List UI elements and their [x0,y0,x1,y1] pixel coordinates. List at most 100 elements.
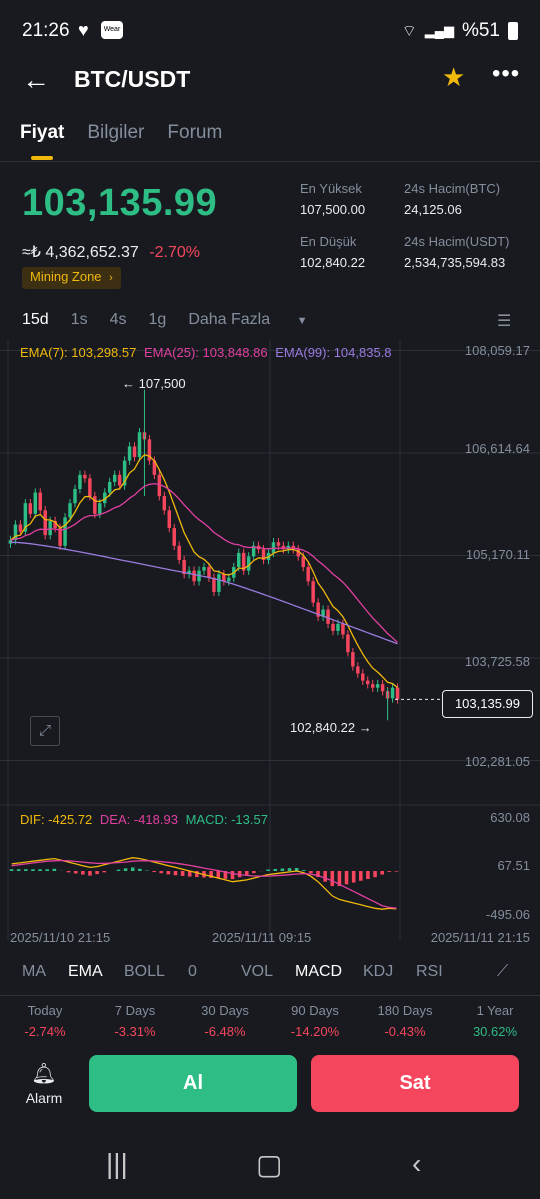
interval-15d[interactable]: 15d [22,311,49,329]
perf-label: Today [27,1003,63,1018]
perf-30d: 30 Days -6.48% [180,1003,270,1039]
high-marker-value: 107,500 [138,376,186,391]
interval-4s[interactable]: 4s [110,311,127,329]
candle-body [18,524,23,532]
dea-line [11,859,397,909]
perf-label: 180 Days [377,1003,433,1018]
candle-body [351,652,355,667]
candle-body [167,510,172,529]
buy-button[interactable]: Al [89,1055,297,1112]
more-label: Daha Fazla [188,311,271,328]
battery-level: %51 [461,20,500,41]
favorite-star-icon[interactable]: ★ [442,62,465,93]
price-chart-svg[interactable] [0,340,540,950]
ind-vol[interactable]: VOL [241,963,273,981]
ind-ema[interactable]: EMA [68,963,103,981]
ind-zero[interactable]: 0 [188,963,197,981]
candle-body [192,570,196,582]
fullscreen-icon[interactable]: ⤢ [30,716,60,746]
candle-body [63,517,67,546]
chart-settings-icon[interactable]: ☰ [497,311,511,331]
candle-body [346,634,350,653]
ind-macd[interactable]: MACD [295,963,342,981]
candle-body [43,510,47,536]
perf-label: 1 Year [476,1003,514,1018]
indicator-settings-icon[interactable]: ⟋ [497,963,508,981]
y-tick-4: 103,725.58 [464,654,530,669]
candle-body [78,474,82,490]
macd-tick-1: 630.08 [490,810,530,825]
perf-label: 90 Days [291,1003,339,1018]
candle-body [33,492,38,514]
macd-tick-2: 67.51 [497,858,530,873]
perf-value: -0.43% [384,1024,426,1039]
candle-body [83,474,87,479]
indicator-bar: MA EMA BOLL 0 VOL MACD KDJ RSI ⟋ [0,963,540,987]
ind-ma[interactable]: MA [22,963,46,981]
candle-body [306,567,310,582]
ema25-label: EMA(25): 103,848.86 [143,345,268,360]
fiat-price: ≈₺ 4,362,652.37 [22,244,139,261]
back-arrow-icon[interactable]: ← [22,64,50,96]
caret-down-icon: ▼ [296,315,308,327]
bell-icon: 🔔︎ [31,1063,57,1085]
ind-kdj[interactable]: KDJ [363,963,393,981]
alarm-label: Alarm [25,1090,63,1106]
candle-body [331,623,335,631]
candle-body [326,609,330,624]
tab-price[interactable]: Fiyat [20,122,64,160]
candle-body [276,542,281,546]
more-options-icon[interactable]: ••• [492,60,520,88]
candle-body [88,478,92,497]
candle-body [177,545,181,560]
action-bar: 🔔︎ Alarm Al Sat [0,1055,540,1113]
candle-body [370,684,375,688]
perf-7d: 7 Days -3.31% [90,1003,180,1039]
app-header: ← BTC/USDT ★ ••• [0,60,540,100]
zone-label: Mining Zone [30,269,102,284]
tab-info[interactable]: Bilgiler [87,122,144,144]
low-value: 102,840.22 [300,255,366,270]
alarm-button[interactable]: 🔔︎ Alarm [20,1061,68,1106]
sell-button[interactable]: Sat [311,1055,519,1112]
interval-1s[interactable]: 1s [71,311,88,329]
ind-rsi[interactable]: RSI [416,963,443,981]
price-change: -2.70% [149,244,200,261]
mining-zone-badge[interactable]: Mining Zone › [22,267,121,289]
candle-body [93,496,97,514]
candle-body [227,577,231,582]
candle-body [38,492,42,511]
candle-body [137,432,142,458]
chevron-right-icon: › [109,272,113,284]
candle-body [112,474,117,482]
candle-body [127,446,132,461]
x-tick-3: 2025/11/11 21:15 [430,930,530,945]
candle-body [132,446,137,458]
candle-body [336,623,340,631]
recents-icon[interactable]: ||| [106,1148,128,1180]
back-icon[interactable]: ‹ [412,1148,421,1180]
y-tick-3: 105,170.11 [465,547,530,562]
candle-body [375,684,380,688]
interval-1g[interactable]: 1g [149,311,167,329]
interval-more[interactable]: Daha Fazla ▼ [188,311,329,329]
candle-body [217,574,221,592]
ind-boll[interactable]: BOLL [124,963,165,981]
ema-legend: EMA(7): 103,298.57 EMA(25): 103,848.86 E… [20,345,392,360]
candle-body [107,481,112,493]
home-icon[interactable]: ▢ [256,1148,282,1181]
y-tick-1: 108,059.17 [464,343,530,358]
candle-body [117,474,122,486]
chart-area[interactable] [0,340,540,950]
candle-body [212,577,216,592]
macd-label: MACD: -13.57 [185,812,268,827]
ema7-label: EMA(7): 103,298.57 [20,345,137,360]
tab-forum[interactable]: Forum [167,122,222,144]
ema99-label: EMA(99): 104,835.8 [275,345,392,360]
y-tick-2: 106,614.64 [464,441,530,456]
high-label: En Yüksek [300,181,362,196]
x-tick-2: 2025/11/11 09:15 [212,930,312,945]
candle-body [98,503,102,514]
system-nav-bar: ||| ▢ ‹ [0,1140,540,1199]
perf-label: 7 Days [114,1003,156,1018]
